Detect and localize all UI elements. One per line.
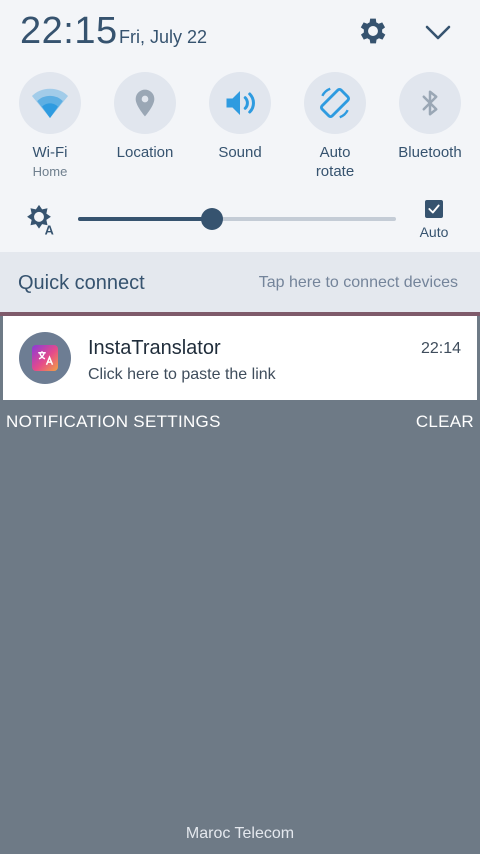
quick-connect-title: Quick connect (18, 272, 145, 294)
gear-icon[interactable] (356, 14, 390, 48)
app-icon-wrapper (19, 332, 71, 384)
notification-title: InstaTranslator (88, 337, 221, 359)
tile-sublabel: Home (32, 164, 68, 179)
tile-label: Auto rotate (315, 144, 355, 180)
notification-text: Click here to paste the link (88, 366, 276, 383)
notification-time: 22:14 (420, 340, 461, 357)
quick-settings-tiles: Wi-Fi Home Location Sound Auto rotate Bl… (0, 72, 480, 192)
tile-wifi[interactable]: Wi-Fi Home (2, 72, 98, 182)
tile-label: Bluetooth (398, 144, 462, 161)
svg-text:A: A (45, 223, 54, 236)
auto-rotate-icon (320, 87, 350, 119)
brightness-thumb[interactable] (200, 208, 223, 230)
tile-label: Wi-Fi (32, 144, 68, 161)
clear-button[interactable]: CLEAR (416, 412, 474, 432)
notification-card[interactable]: InstaTranslator Click here to paste the … (3, 316, 477, 400)
location-icon (135, 89, 155, 117)
chevron-down-icon[interactable] (422, 18, 454, 46)
notification-actions: NOTIFICATION SETTINGS CLEAR (0, 412, 480, 436)
carrier-label: Maroc Telecom (185, 825, 295, 842)
clock-time: 22:15 (20, 10, 118, 52)
tile-location[interactable]: Location (97, 72, 193, 162)
quick-connect-bar[interactable]: Quick connect Tap here to connect device… (0, 252, 480, 312)
check-icon (428, 204, 440, 214)
brightness-fill (78, 217, 212, 221)
notification-settings-button[interactable]: NOTIFICATION SETTINGS (6, 412, 221, 432)
clock-date[interactable]: Fri, July 22 (119, 27, 207, 48)
tile-bluetooth[interactable]: Bluetooth (382, 72, 478, 162)
sound-icon (226, 91, 255, 115)
translate-icon (32, 345, 58, 371)
quick-connect-hint: Tap here to connect devices (258, 274, 458, 291)
bluetooth-icon (422, 90, 438, 116)
auto-brightness-label: Auto (419, 224, 449, 240)
quick-panel: 22:15 Fri, July 22 Wi-Fi Home Location S… (0, 0, 480, 252)
tile-label: Location (116, 144, 174, 161)
brightness-row: A Auto (0, 196, 480, 246)
tile-label: Sound (218, 144, 262, 161)
auto-brightness-icon[interactable]: A (22, 202, 56, 236)
tile-sound[interactable]: Sound (192, 72, 288, 162)
brightness-slider[interactable] (78, 208, 396, 230)
tile-auto-rotate[interactable]: Auto rotate (287, 72, 383, 181)
auto-brightness-checkbox[interactable] (425, 200, 443, 218)
wifi-icon (31, 88, 69, 119)
